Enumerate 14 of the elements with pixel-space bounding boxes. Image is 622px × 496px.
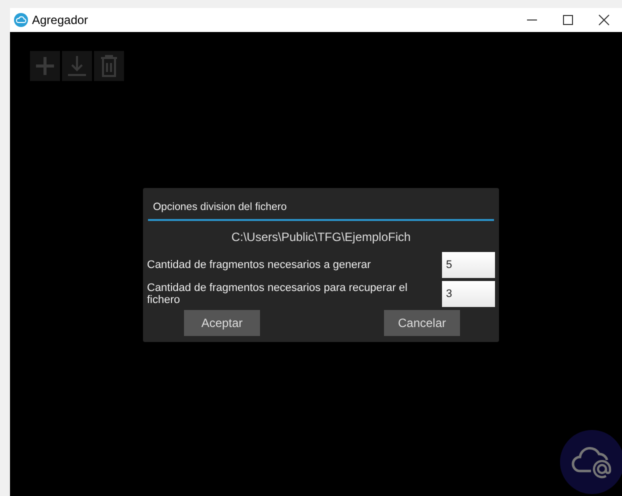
download-icon [67, 55, 87, 77]
window-title: Agregador [32, 13, 88, 27]
dialog-button[interactable]: Aceptar [184, 310, 260, 336]
field-label: Cantidad de fragmentos necesarios para recuperar el fichero [147, 282, 408, 306]
dialog-button[interactable]: Cancelar [384, 310, 460, 336]
number-field[interactable]: 3 [442, 281, 495, 307]
app-cloud-icon [14, 13, 28, 27]
number-field[interactable]: 5 [442, 252, 495, 278]
field-label: Cantidad de fragmentos necesarios a generar [147, 259, 372, 271]
cloud-at-icon [571, 445, 613, 479]
file-path: C:\Users\Public\TFG\EjemploFich [230, 229, 412, 246]
dialog-title: Opciones division del fichero [148, 188, 494, 221]
plus-icon [35, 56, 55, 76]
trash-icon [100, 55, 118, 77]
